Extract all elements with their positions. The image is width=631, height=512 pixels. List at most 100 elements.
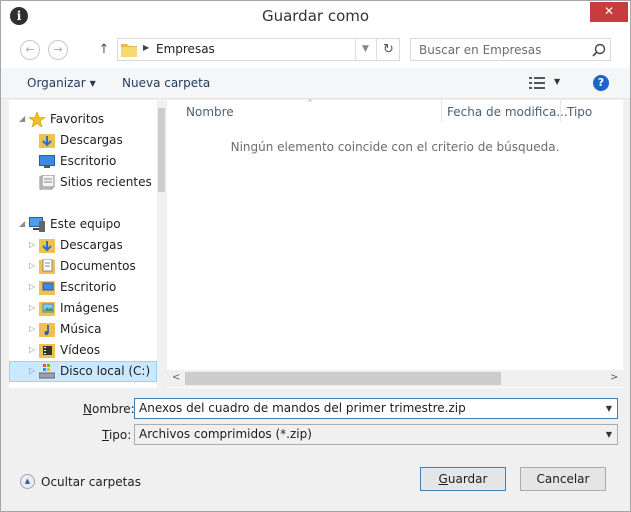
- expand-arrow-icon[interactable]: ▷: [29, 324, 35, 333]
- save-as-dialog: i Guardar como ✕ ← → ↑ ▶ Empresas ▼ ↻ Bu…: [0, 0, 631, 512]
- file-type-row: Tipo: Archivos comprimidos (*.zip) ▼: [1, 424, 630, 446]
- window-title: Guardar como: [261, 7, 370, 25]
- file-type-select[interactable]: Archivos comprimidos (*.zip) ▼: [134, 424, 618, 445]
- label-text: ipo:: [108, 428, 132, 442]
- tree-item-imagenes[interactable]: ▷ Imágenes: [9, 298, 157, 319]
- cancel-button[interactable]: Cancelar: [520, 467, 606, 491]
- label-text: ombre:: [91, 402, 135, 416]
- videos-icon: [39, 344, 55, 358]
- column-header-name[interactable]: Nombre: [186, 105, 234, 119]
- search-input[interactable]: Buscar en Empresas: [410, 38, 611, 61]
- folder-icon: [121, 44, 137, 57]
- tree-item-label: Descargas: [60, 133, 123, 147]
- collapse-arrow-icon[interactable]: ◢: [19, 219, 25, 228]
- collapse-arrow-icon[interactable]: ◢: [19, 114, 25, 123]
- file-list-horizontal-scrollbar[interactable]: < >: [167, 370, 623, 387]
- music-icon: [39, 323, 55, 337]
- tree-item-videos[interactable]: ▷ Vídeos: [9, 340, 157, 361]
- downloads-icon: [39, 239, 55, 253]
- file-name-row: Nombre: Anexos del cuadro de mandos del …: [1, 398, 630, 420]
- column-divider[interactable]: [441, 100, 442, 122]
- desktop-folder-icon: [39, 281, 55, 295]
- search-icon[interactable]: [592, 43, 606, 57]
- file-name-field[interactable]: Anexos del cuadro de mandos del primer t…: [134, 398, 618, 419]
- scroll-left-icon[interactable]: <: [172, 372, 180, 383]
- hide-folders-button[interactable]: Ocultar carpetas: [41, 475, 141, 489]
- tree-item-este-equipo[interactable]: ◢ Este equipo: [9, 214, 157, 235]
- tree-item-label: Este equipo: [50, 217, 121, 231]
- expand-arrow-icon[interactable]: ▷: [29, 345, 35, 354]
- close-button[interactable]: ✕: [590, 2, 628, 22]
- recent-places-icon: [39, 175, 55, 190]
- tree-item-escritorio-pc[interactable]: ▷ Escritorio: [9, 277, 157, 298]
- address-history-dropdown[interactable]: ▼: [355, 39, 375, 60]
- save-button[interactable]: Guardar: [420, 467, 506, 491]
- nav-pane-scroll-thumb[interactable]: [158, 108, 165, 192]
- new-folder-button[interactable]: Nueva carpeta: [122, 76, 210, 90]
- expand-arrow-icon[interactable]: ▷: [29, 366, 35, 375]
- refresh-button[interactable]: ↻: [376, 39, 400, 60]
- tree-item-label: Imágenes: [60, 301, 119, 315]
- expand-arrow-icon[interactable]: ▷: [29, 240, 35, 249]
- nav-pane-scrollbar[interactable]: [157, 100, 166, 388]
- tree-item-favoritos[interactable]: ◢ Favoritos: [9, 109, 157, 130]
- tree-item-label: Sitios recientes: [60, 175, 152, 189]
- tree-item-label: Música: [60, 322, 102, 336]
- pictures-icon: [39, 302, 55, 316]
- downloads-icon: [39, 134, 55, 148]
- back-button[interactable]: ←: [20, 40, 40, 60]
- expand-arrow-icon[interactable]: ▷: [29, 303, 35, 312]
- chevron-down-icon[interactable]: ▼: [606, 430, 612, 439]
- dialog-footer: ▲ Ocultar carpetas Guardar Cancelar: [1, 454, 630, 511]
- tree-item-musica[interactable]: ▷ Música: [9, 319, 157, 340]
- tree-item-label: Vídeos: [60, 343, 101, 357]
- tree-item-label: Favoritos: [50, 112, 105, 126]
- tree-item-label: Escritorio: [60, 154, 117, 168]
- navigation-bar: ← → ↑ ▶ Empresas ▼ ↻ Buscar en Empresas: [1, 32, 630, 68]
- documents-icon: [39, 259, 55, 274]
- tree-item-label: Escritorio: [60, 280, 117, 294]
- access-key: N: [83, 402, 92, 416]
- breadcrumb-arrow-icon[interactable]: ▶: [143, 43, 149, 52]
- computer-icon: [29, 217, 45, 232]
- drive-icon: [39, 364, 55, 379]
- file-type-label: Tipo:: [102, 428, 131, 442]
- expand-arrow-icon[interactable]: ▷: [29, 282, 35, 291]
- chevron-down-icon[interactable]: ▼: [606, 404, 612, 413]
- star-icon: [29, 112, 45, 127]
- column-divider[interactable]: [560, 100, 561, 122]
- tree-item-sitios-recientes[interactable]: Sitios recientes: [9, 172, 157, 193]
- tree-item-documentos[interactable]: ▷ Documentos: [9, 256, 157, 277]
- tree-item-label: Disco local (C:): [60, 364, 151, 378]
- access-key: G: [438, 472, 448, 486]
- scroll-right-icon[interactable]: >: [610, 372, 618, 383]
- organize-menu[interactable]: Organizar ▼: [27, 76, 96, 90]
- file-type-value: Archivos comprimidos (*.zip): [139, 427, 312, 441]
- file-name-label: Nombre:: [83, 402, 135, 416]
- tree-item-label: Descargas: [60, 238, 123, 252]
- tree-item-disco-local[interactable]: ▷ Disco local (C:): [9, 361, 157, 382]
- view-dropdown-icon[interactable]: ▼: [554, 77, 560, 86]
- file-list-pane: ^ Nombre Fecha de modifica... Tipo Ningú…: [167, 99, 623, 388]
- tree-item-descargas[interactable]: Descargas: [9, 130, 157, 151]
- collapse-up-icon[interactable]: ▲: [20, 474, 35, 489]
- address-bar[interactable]: ▶ Empresas ▼ ↻: [117, 38, 400, 61]
- column-header-date-modified[interactable]: Fecha de modifica...: [447, 105, 568, 119]
- access-key: T: [102, 428, 109, 442]
- tree-item-escritorio[interactable]: Escritorio: [9, 151, 157, 172]
- button-label: uardar: [447, 472, 488, 486]
- column-header-type[interactable]: Tipo: [567, 105, 592, 119]
- view-options-icon[interactable]: [529, 77, 545, 89]
- horizontal-scroll-thumb[interactable]: [185, 372, 501, 385]
- up-button[interactable]: ↑: [96, 40, 112, 60]
- forward-button[interactable]: →: [48, 40, 68, 60]
- title-bar: i Guardar como ✕: [1, 1, 630, 32]
- help-icon[interactable]: ?: [593, 75, 609, 91]
- breadcrumb-current-folder[interactable]: Empresas: [156, 42, 215, 56]
- expand-arrow-icon[interactable]: ▷: [29, 261, 35, 270]
- tree-item-descargas-pc[interactable]: ▷ Descargas: [9, 235, 157, 256]
- file-name-value: Anexos del cuadro de mandos del primer t…: [139, 401, 466, 415]
- command-toolbar: Organizar ▼ Nueva carpeta ▼ ?: [1, 68, 630, 99]
- chevron-down-icon: ▼: [89, 79, 96, 88]
- empty-results-message: Ningún elemento coincide con el criterio…: [230, 140, 560, 154]
